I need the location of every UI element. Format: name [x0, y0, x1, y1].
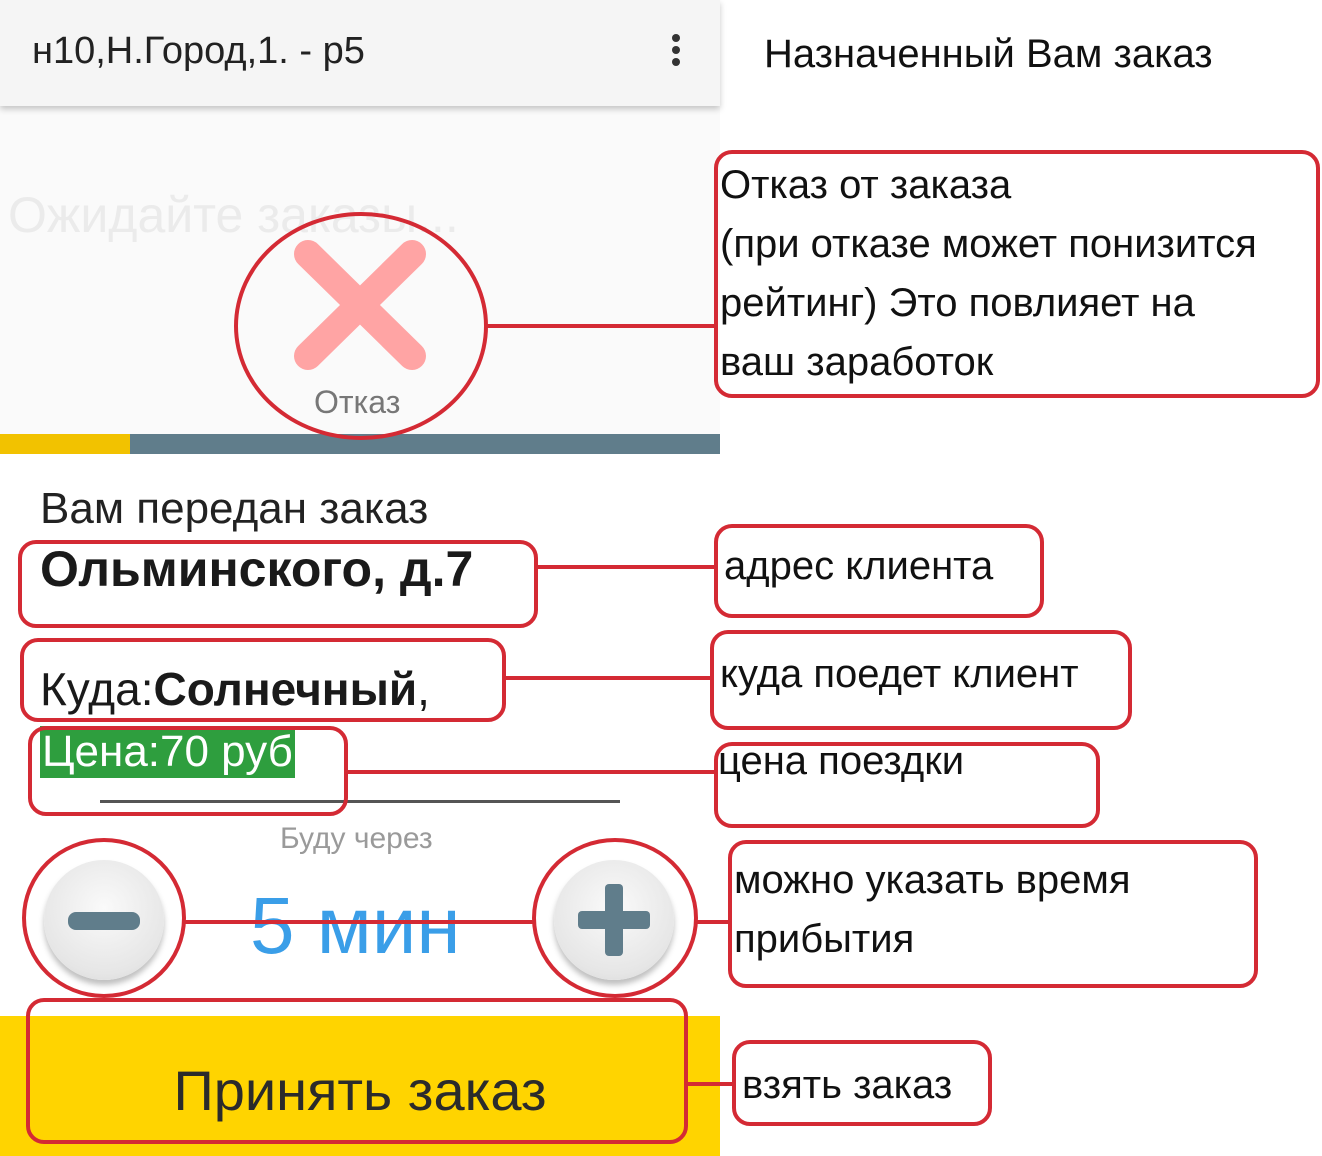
annotation-title: Назначенный Вам заказ — [764, 32, 1213, 76]
destination-highlight-box — [20, 638, 506, 722]
progress-fill — [0, 434, 130, 454]
reject-highlight-circle — [234, 212, 488, 440]
accept-note: взять заказ — [742, 1063, 953, 1107]
eta-value: 5 мин — [250, 881, 461, 970]
price-note: цена поездки — [718, 739, 965, 783]
order-heading: Вам передан заказ — [40, 484, 429, 533]
accept-highlight-box — [26, 998, 688, 1144]
eta-caption: Буду через — [280, 822, 433, 855]
address-connector — [536, 565, 716, 569]
eta-connector-left — [184, 920, 534, 924]
app-bar: н10,Н.Город,1. - р5 — [0, 0, 720, 106]
price-connector — [346, 770, 716, 774]
reject-note-line-3: рейтинг) Это повлияет на — [720, 281, 1195, 325]
eta-connector-right — [696, 920, 730, 924]
address-highlight-box — [18, 540, 538, 628]
destination-note: куда поедет клиент — [720, 652, 1079, 696]
reject-note-line-1: Отказ от заказа — [720, 163, 1012, 207]
destination-connector — [504, 676, 714, 680]
more-vert-icon[interactable] — [664, 34, 688, 74]
plus-highlight-circle — [532, 838, 698, 998]
app-bar-title: н10,Н.Город,1. - р5 — [32, 30, 365, 72]
eta-note-line-2: прибытия — [734, 917, 915, 961]
address-note: адрес клиента — [724, 544, 994, 588]
reject-note-line-2: (при отказе может понизится — [720, 222, 1257, 266]
reject-connector — [486, 324, 718, 328]
eta-note-line-1: можно указать время — [734, 858, 1131, 902]
reject-note-line-4: ваш заработок — [720, 340, 994, 384]
accept-connector — [686, 1082, 734, 1086]
minus-highlight-circle — [22, 838, 186, 998]
price-highlight-box — [28, 726, 348, 816]
